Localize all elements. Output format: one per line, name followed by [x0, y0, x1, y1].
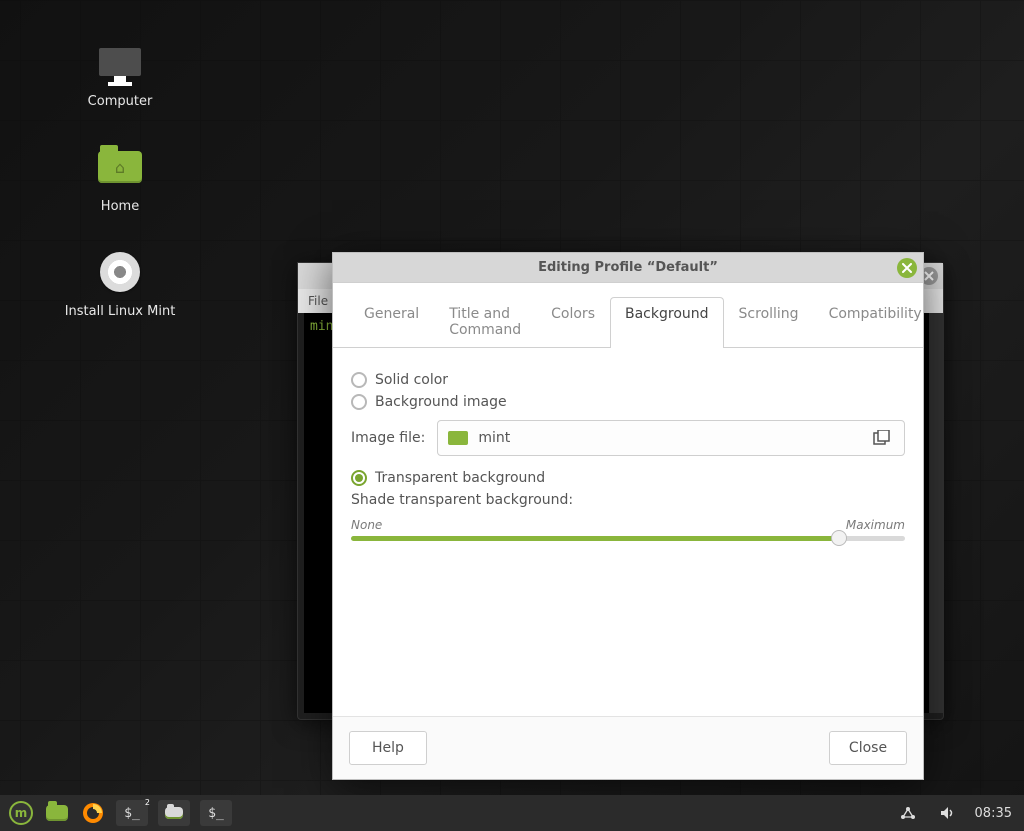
tab-content-background: Solid color Background image Image file:…: [333, 348, 923, 541]
terminal-prompt: min: [310, 319, 333, 334]
volume-icon[interactable]: [935, 800, 961, 826]
radio-icon-selected: [351, 470, 367, 486]
terminal-menu-file[interactable]: File: [308, 294, 328, 308]
desktop-icon-install[interactable]: Install Linux Mint: [40, 250, 200, 319]
radio-solid-color[interactable]: Solid color: [351, 372, 905, 388]
shade-label: Shade transparent background:: [351, 492, 905, 508]
radio-transparent-background[interactable]: Transparent background: [351, 470, 905, 486]
profile-dialog: Editing Profile “Default” General Title …: [332, 252, 924, 780]
folder-icon: [448, 431, 468, 445]
desktop-icon-grid: Computer ⌂ Home Install Linux Mint: [40, 40, 200, 319]
dialog-tabs: General Title and Command Colors Backgro…: [333, 283, 923, 348]
desktop-icon-label: Install Linux Mint: [65, 304, 176, 319]
close-icon: [902, 263, 912, 273]
firefox-icon: [82, 802, 104, 824]
tab-general[interactable]: General: [349, 297, 434, 348]
terminal-scrollbar[interactable]: [929, 313, 943, 713]
taskbar-right: 08:35: [895, 800, 1016, 826]
desktop-icon-label: Computer: [88, 94, 153, 109]
desktop-icon-home[interactable]: ⌂ Home: [40, 145, 200, 214]
start-menu-button[interactable]: m: [8, 800, 34, 826]
tab-title-command[interactable]: Title and Command: [434, 297, 536, 348]
slider-thumb[interactable]: [831, 530, 847, 546]
tab-scrolling[interactable]: Scrolling: [724, 297, 814, 348]
tab-compatibility[interactable]: Compatibility: [814, 297, 937, 348]
terminal-icon: $_: [124, 806, 140, 821]
desktop-icon-computer[interactable]: Computer: [40, 40, 200, 109]
dialog-footer: Help Close: [333, 716, 923, 779]
slider-min-label: None: [351, 518, 382, 532]
panel-clock[interactable]: 08:35: [975, 806, 1012, 821]
image-file-chooser[interactable]: mint: [437, 420, 905, 456]
radio-background-image[interactable]: Background image: [351, 394, 905, 410]
tab-background[interactable]: Background: [610, 297, 724, 348]
radio-icon: [351, 394, 367, 410]
image-file-label: Image file:: [351, 430, 425, 446]
terminal-icon: $_: [208, 806, 224, 821]
radio-label: Transparent background: [375, 470, 545, 486]
files-launcher[interactable]: [44, 800, 70, 826]
firefox-launcher[interactable]: [80, 800, 106, 826]
taskbar-terminal-group[interactable]: $_: [116, 800, 148, 826]
slider-track[interactable]: [351, 536, 905, 541]
folder-icon: [165, 807, 183, 819]
desktop-icon-label: Home: [101, 199, 139, 214]
taskbar-files-window[interactable]: [158, 800, 190, 826]
radio-label: Background image: [375, 394, 507, 410]
browse-icon: [870, 428, 894, 448]
folder-home-icon: ⌂: [95, 145, 145, 189]
dialog-titlebar[interactable]: Editing Profile “Default”: [333, 253, 923, 283]
taskbar-terminal-window[interactable]: $_: [200, 800, 232, 826]
radio-label: Solid color: [375, 372, 448, 388]
dialog-title: Editing Profile “Default”: [538, 260, 718, 275]
disc-icon: [95, 250, 145, 294]
folder-icon: [46, 805, 68, 821]
radio-icon: [351, 372, 367, 388]
network-icon[interactable]: [895, 800, 921, 826]
taskbar-left: m $_ $_: [8, 800, 232, 826]
tab-colors[interactable]: Colors: [536, 297, 610, 348]
help-button[interactable]: Help: [349, 731, 427, 765]
mint-logo-icon: m: [9, 801, 33, 825]
shade-slider[interactable]: None Maximum: [351, 518, 905, 541]
close-button[interactable]: Close: [829, 731, 907, 765]
taskbar: m $_ $_ 08:35: [0, 795, 1024, 831]
dialog-close-button[interactable]: [897, 258, 917, 278]
slider-max-label: Maximum: [846, 518, 905, 532]
computer-icon: [95, 40, 145, 84]
image-file-value: mint: [478, 430, 510, 446]
